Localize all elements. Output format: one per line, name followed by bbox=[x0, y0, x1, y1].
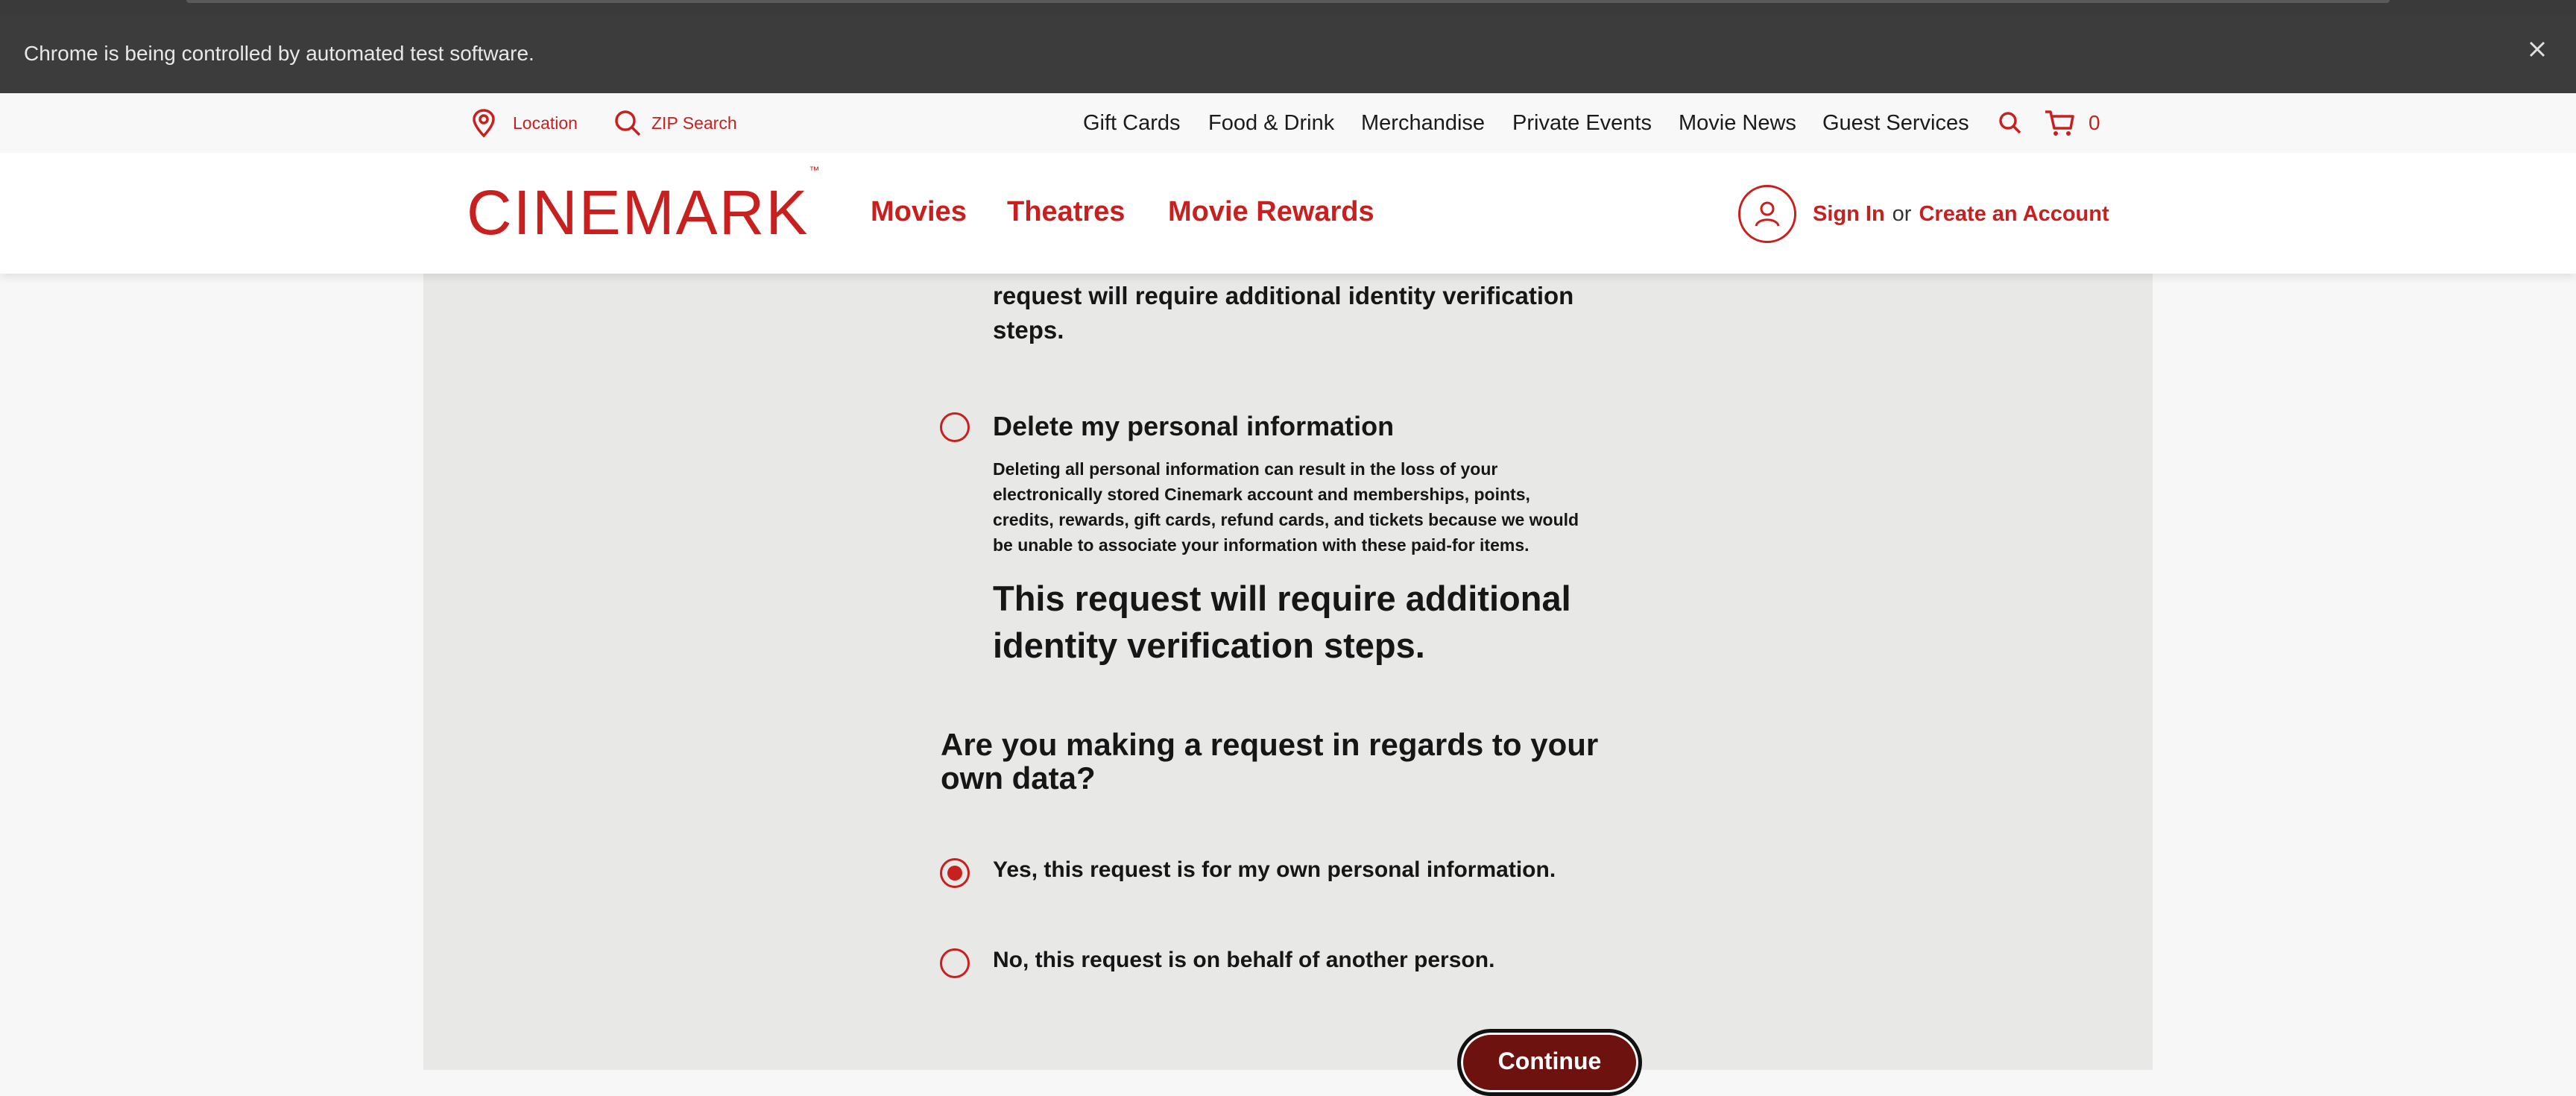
utility-bar: Location ZIP Search Gift Cards Food & Dr… bbox=[0, 93, 2576, 153]
cart-count: 0 bbox=[2089, 111, 2100, 134]
own-data-question-line2: own data? bbox=[941, 760, 1096, 796]
partial-verification-line1: request will require additional identity… bbox=[993, 282, 1574, 309]
sign-in-link[interactable]: Sign In bbox=[1813, 202, 1885, 227]
main-header: CINEMARK™ Movies Theatres Movie Rewards … bbox=[0, 153, 2576, 274]
cart-button[interactable]: 0 bbox=[2044, 93, 2100, 153]
delete-verification-line2: identity verification steps. bbox=[993, 626, 1425, 665]
browser-tab-strip bbox=[186, 0, 2390, 3]
automation-infobar: Chrome is being controlled by automated … bbox=[0, 15, 2576, 93]
search-icon bbox=[615, 110, 641, 136]
own-data-yes-radio[interactable] bbox=[940, 858, 970, 888]
nav-movie-news[interactable]: Movie News bbox=[1679, 93, 1796, 153]
own-data-question-line1: Are you making a request in regards to y… bbox=[941, 727, 1599, 762]
delete-description-line3: credits, rewards, gift cards, refund car… bbox=[993, 510, 1579, 529]
nav-merchandise[interactable]: Merchandise bbox=[1361, 93, 1485, 153]
location-pin-icon bbox=[473, 109, 495, 138]
automation-message: Chrome is being controlled by automated … bbox=[24, 42, 534, 65]
own-data-no-radio[interactable] bbox=[940, 948, 970, 978]
header-search-button[interactable] bbox=[1998, 93, 2023, 153]
own-data-no-label[interactable]: No, this request is on behalf of another… bbox=[993, 948, 1494, 973]
create-account-link[interactable]: Create an Account bbox=[1919, 202, 2109, 227]
location-label: Location bbox=[513, 113, 578, 133]
cart-icon bbox=[2045, 110, 2074, 136]
nav-theatres[interactable]: Theatres bbox=[1007, 196, 1125, 228]
zip-search-label: ZIP Search bbox=[651, 113, 737, 133]
zip-search-link[interactable]: ZIP Search bbox=[613, 93, 737, 153]
cinemark-logo[interactable]: CINEMARK™ bbox=[467, 165, 819, 244]
own-data-yes-label[interactable]: Yes, this request is for my own personal… bbox=[993, 857, 1556, 883]
logo-text: CINEMARK bbox=[467, 177, 809, 248]
search-icon bbox=[1999, 112, 2021, 134]
continue-button[interactable]: Continue bbox=[1457, 1029, 1642, 1096]
logo-trademark: ™ bbox=[809, 164, 820, 176]
nav-movies[interactable]: Movies bbox=[871, 196, 967, 228]
account-avatar[interactable] bbox=[1738, 185, 1796, 243]
close-icon bbox=[2529, 41, 2545, 57]
delete-description-line2: electronically stored Cinemark account a… bbox=[993, 485, 1530, 504]
location-link[interactable]: Location bbox=[470, 93, 578, 153]
nav-food-drink[interactable]: Food & Drink bbox=[1208, 93, 1334, 153]
or-text: or bbox=[1892, 201, 1912, 226]
nav-movie-rewards[interactable]: Movie Rewards bbox=[1168, 196, 1374, 228]
user-icon bbox=[1755, 201, 1780, 227]
continue-label: Continue bbox=[1497, 1048, 1602, 1074]
nav-gift-cards[interactable]: Gift Cards bbox=[1083, 93, 1181, 153]
delete-description-line1: Deleting all personal information can re… bbox=[993, 459, 1498, 479]
delete-verification-line1: This request will require additional bbox=[993, 579, 1571, 618]
delete-info-radio[interactable] bbox=[940, 412, 970, 442]
close-infobar-button[interactable] bbox=[2524, 36, 2551, 63]
delete-info-label[interactable]: Delete my personal information bbox=[993, 411, 1394, 442]
nav-guest-services[interactable]: Guest Services bbox=[1822, 93, 1969, 153]
partial-verification-line2: steps. bbox=[993, 316, 1064, 344]
delete-description-line4: be unable to associate your information … bbox=[993, 535, 1530, 555]
browser-top-strip bbox=[0, 0, 2576, 15]
account-area: Sign In or Create an Account bbox=[1738, 183, 2109, 245]
nav-private-events[interactable]: Private Events bbox=[1512, 93, 1652, 153]
